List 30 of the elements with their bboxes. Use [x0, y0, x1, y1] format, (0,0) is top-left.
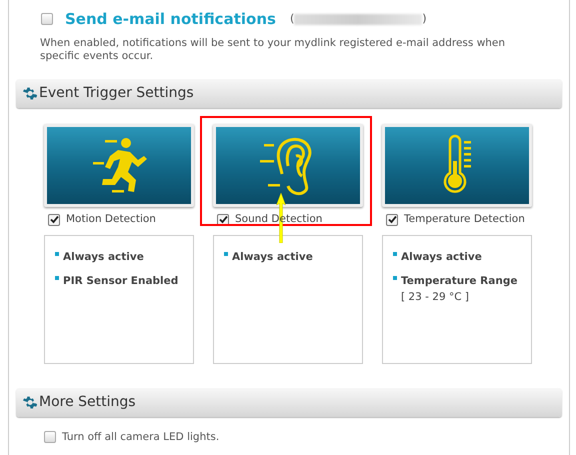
description: When enabled, notifications will be sent to your mydlink registered e-mail address when specific events occur. — [40, 36, 506, 62]
trigger-label: Motion Detection — [66, 212, 156, 227]
info-title: Always active — [401, 250, 482, 264]
email-notifications-label: Send e-mail notifications — [65, 9, 276, 30]
bullet-icon — [55, 252, 59, 256]
info-title: Always active — [232, 250, 313, 264]
bullet-icon — [55, 276, 59, 280]
info-detail: [ 23 - 29 °C ] — [401, 290, 470, 305]
bullet-icon — [224, 252, 228, 256]
info-title: PIR Sensor Enabled — [63, 274, 178, 290]
section-title: More Settings — [39, 392, 136, 412]
checkbox[interactable] — [386, 214, 398, 226]
trigger-tile[interactable] — [213, 124, 363, 206]
bullet-icon — [393, 276, 397, 280]
paren: ( — [290, 11, 294, 27]
gear-icon — [22, 86, 37, 100]
trigger-tile[interactable] — [44, 124, 194, 206]
checkbox[interactable] — [48, 214, 60, 226]
info-title: Temperature Range — [401, 274, 518, 290]
bullet-icon — [393, 252, 397, 256]
checkbox[interactable] — [217, 214, 229, 226]
info-title: Always active — [63, 250, 144, 264]
trigger-label: Temperature Detection — [404, 212, 525, 227]
option-label: Turn off all camera LED lights. — [62, 430, 220, 444]
checkbox[interactable] — [41, 13, 53, 26]
trigger-tile[interactable] — [382, 124, 532, 206]
gear-icon — [22, 394, 37, 410]
paren: ) — [422, 11, 427, 27]
checkbox[interactable] — [44, 431, 56, 444]
section-title: Event Trigger Settings — [39, 84, 194, 102]
